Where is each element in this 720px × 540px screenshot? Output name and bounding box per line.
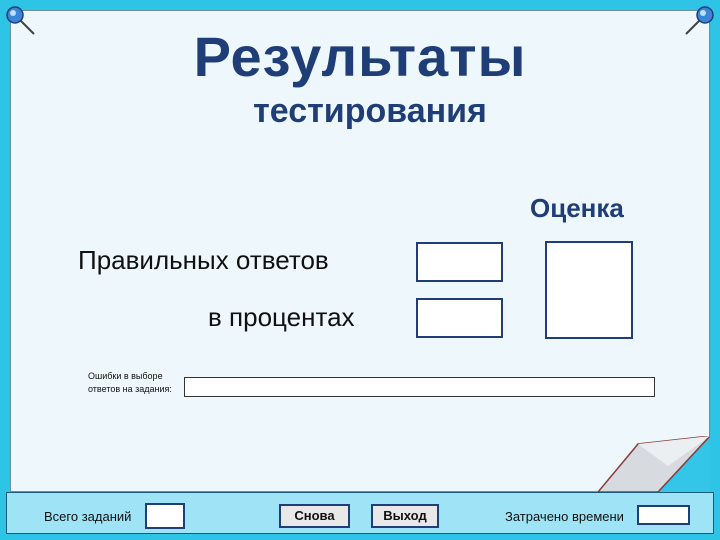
percent-label: в процентах — [208, 302, 355, 332]
percent-field — [416, 298, 503, 338]
grade-label: Оценка — [530, 193, 624, 223]
page-title: Результаты — [193, 25, 527, 88]
exit-button[interactable]: Выход — [371, 504, 439, 528]
total-tasks-field — [145, 503, 185, 529]
time-spent-label: Затрачено времени — [505, 509, 624, 524]
time-spent-field — [637, 505, 690, 525]
errors-label: Ошибки в выборе ответов на задания: — [88, 371, 172, 394]
total-tasks-label: Всего заданий — [44, 509, 132, 524]
correct-answers-label: Правильных ответов — [78, 245, 329, 275]
page-curl — [598, 436, 710, 492]
page-subtitle: тестирования — [253, 92, 487, 130]
again-button[interactable]: Снова — [279, 504, 350, 528]
errors-field — [184, 377, 655, 397]
correct-answers-field — [416, 242, 503, 282]
grade-field — [545, 241, 633, 339]
